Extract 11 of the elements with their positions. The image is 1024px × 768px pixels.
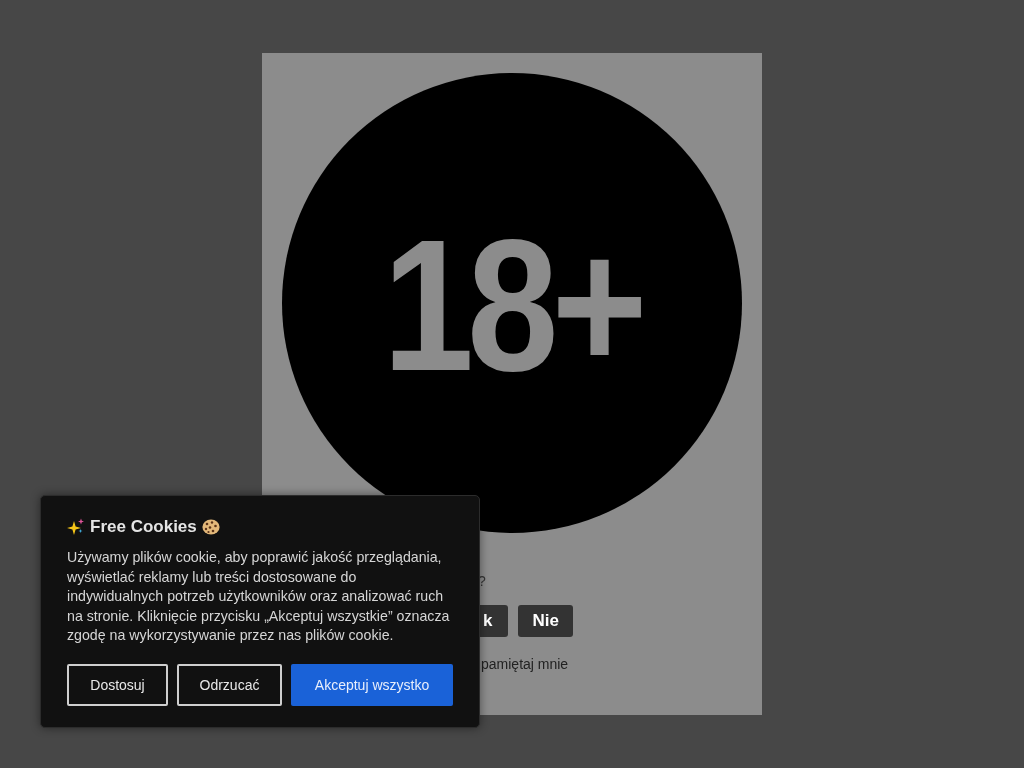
cookie-banner-message: Używamy plików cookie, aby poprawić jakość przeglądania, wyświetlać reklamy lub treści dostosowane do indywidualnych potrzeb użytkowników oraz analizować ruch na stronie. Kliknięcie przycisku „Akceptuj wszystkie” oznacza zgodę na wykorzystywanie przez nas plików cookie. [67, 548, 451, 645]
age-answer-button[interactable]: k [480, 605, 509, 637]
age-badge-text: 18+ [383, 211, 641, 399]
cookie-icon [201, 519, 220, 535]
cookie-option-button[interactable]: Odrzucać [177, 663, 282, 706]
accept-all-button[interactable]: Akceptuj wszystko [291, 663, 453, 706]
sparkles-icon [67, 518, 85, 536]
remember-me-label[interactable]: pamiętaj mnie [481, 654, 569, 674]
cookie-banner-title: Free Cookies [90, 517, 197, 537]
cookie-option-button[interactable]: Dostosuj [67, 663, 168, 706]
age-answer-button[interactable]: Nie [518, 605, 573, 637]
